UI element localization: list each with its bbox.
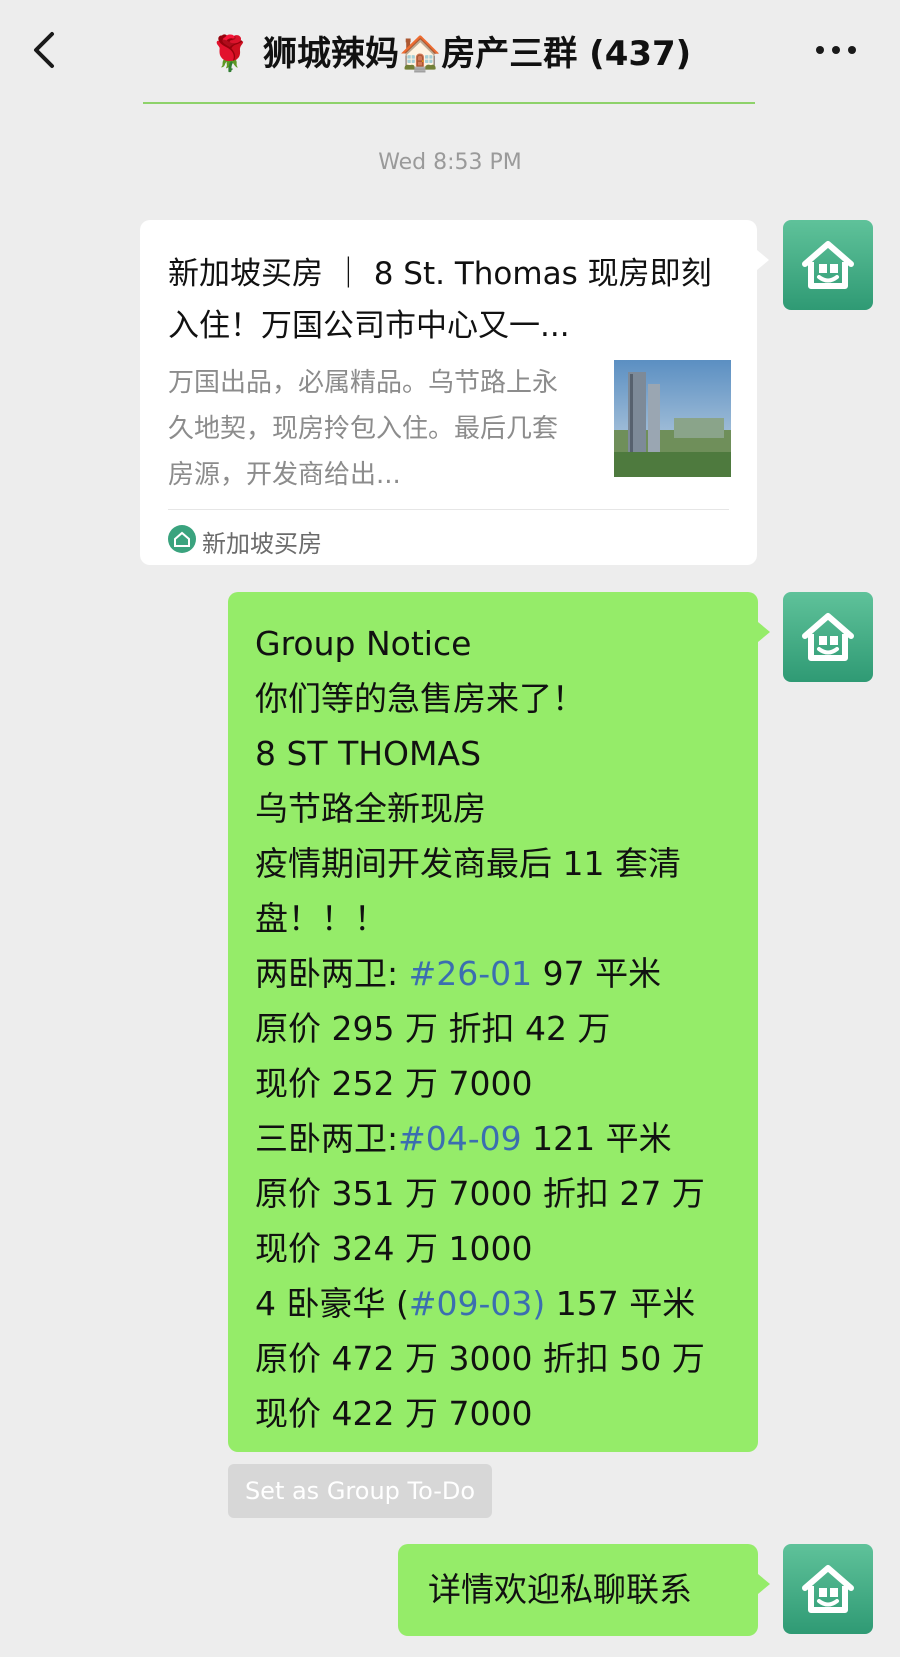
message-timestamp: Wed 8:53 PM [378,150,522,175]
notice-text: 盘！！！ [255,899,387,938]
reply-bubble[interactable]: 详情欢迎私聊联系 [398,1544,770,1636]
chat-title-main: 狮城辣妈 [262,34,399,74]
notice-line: 现价 422 万 7000 [255,1386,705,1441]
back-button[interactable] [28,28,64,72]
notice-line: 4 卧豪华 (#09-03) 157 平米 [255,1276,705,1331]
notice-text: 157 平米 [545,1284,696,1323]
sender-avatar[interactable] [783,592,873,682]
notice-text: 两卧两卫: [255,954,409,993]
notice-line: 你们等的急售房来了！ [255,671,705,726]
more-dots-icon [816,46,856,54]
more-button[interactable] [812,40,860,60]
set-group-todo-button[interactable]: Set as Group To-Do [228,1464,492,1518]
card-divider [168,509,729,510]
notice-text: 现价 252 万 7000 [255,1064,533,1103]
notice-text: 97 平米 [532,954,662,993]
notice-text: 疫情期间开发商最后 11 套清 [255,844,681,883]
notice-text: 现价 324 万 1000 [255,1229,533,1268]
article-source: 新加坡买房 [202,530,322,558]
article-title: 新加坡买房 ｜ 8 St. Thomas 现房即刻入住！万国公司市中心又一... [168,256,712,344]
source-logo-icon [168,525,196,553]
notice-line: 8 ST THOMAS [255,726,705,781]
notice-text: 原价 472 万 3000 折扣 50 万 [255,1339,705,1378]
title-underline [143,102,755,104]
unit-number-link[interactable]: #09-03) [409,1284,545,1323]
article-card[interactable]: 新加坡买房 ｜ 8 St. Thomas 现房即刻入住！万国公司市中心又一...… [140,220,769,565]
notice-line: 现价 324 万 1000 [255,1221,705,1276]
notice-line: 盘！！！ [255,891,705,946]
notice-text: 原价 351 万 7000 折扣 27 万 [255,1174,705,1213]
notice-line: 现价 252 万 7000 [255,1056,705,1111]
group-notice-text: Group Notice 你们等的急售房来了！ 8 ST THOMAS 乌节路全新现房… [255,616,705,1441]
house-emoji: 🏠 [398,34,442,74]
group-notice-bubble[interactable]: Group Notice 你们等的急售房来了！ 8 ST THOMAS 乌节路全新现房… [228,592,770,1452]
notice-line: 乌节路全新现房 [255,781,705,836]
house-logo-icon [802,1565,854,1613]
notice-text: 你们等的急售房来了！ [255,679,585,718]
notice-text: 原价 295 万 折扣 42 万 [255,1009,611,1048]
notice-text: 三卧两卫: [255,1119,399,1158]
chat-title-suffix: 房产三群 (437) [441,34,692,74]
sender-avatar[interactable] [783,1544,873,1634]
notice-line: 两卧两卫: #26-01 97 平米 [255,946,705,1001]
article-description: 万国出品，必属精品。乌节路上永久地契，现房拎包入住。最后几套房源，开发商给出..… [168,368,559,490]
notice-text: 现价 422 万 7000 [255,1394,533,1433]
notice-line: 原价 351 万 7000 折扣 27 万 [255,1166,705,1221]
notice-line: 疫情期间开发商最后 11 套清 [255,836,705,891]
reply-text: 详情欢迎私聊联系 [428,1570,692,1609]
notice-line: 原价 295 万 折扣 42 万 [255,1001,705,1056]
notice-line: 原价 472 万 3000 折扣 50 万 [255,1331,705,1386]
chat-title: 🌹 狮城辣妈🏠房产三群 (437) [150,26,750,75]
unit-number-link[interactable]: #04-09 [398,1119,522,1158]
notice-text: Group Notice [255,624,472,663]
article-thumbnail [614,360,731,477]
rose-emoji: 🌹 [208,34,252,74]
notice-text: 4 卧豪华 ( [255,1284,409,1323]
notice-text: 8 ST THOMAS [255,734,482,773]
notice-line: 三卧两卫:#04-09 121 平米 [255,1111,705,1166]
building-photo-image [614,360,731,477]
sender-avatar[interactable] [783,220,873,310]
chevron-left-icon [34,32,54,68]
notice-text: 121 平米 [521,1119,672,1158]
house-logo-icon [802,613,854,661]
top-bar: 🌹 狮城辣妈🏠房产三群 (437) [0,0,900,104]
notice-line: Group Notice [255,616,705,671]
unit-number-link[interactable]: #26-01 [409,954,533,993]
house-logo-icon [802,241,854,289]
notice-text: 乌节路全新现房 [255,789,486,828]
